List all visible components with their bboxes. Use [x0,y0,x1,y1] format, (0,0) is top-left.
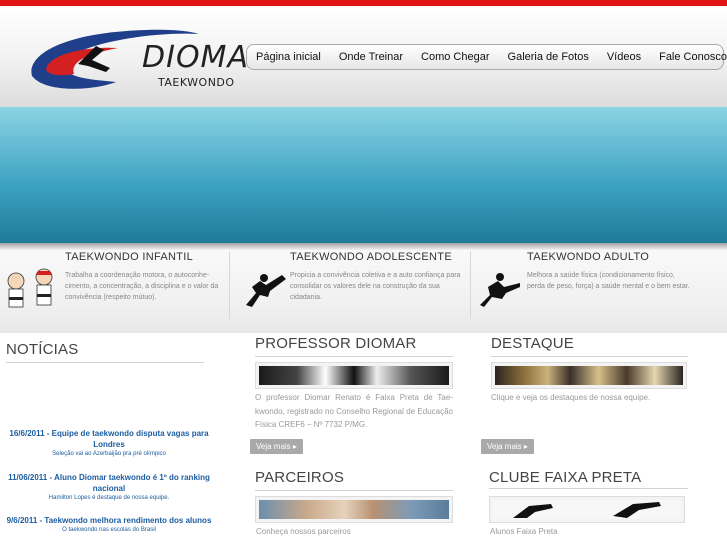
clube-image[interactable] [489,496,685,523]
news-subtitle: Hamilton Lopes é destaque de nossa equip… [48,495,170,501]
kids-cartoon-icon [7,268,53,308]
header: DIOMAR TAEKWONDO Página inicial Onde Tre… [0,6,727,107]
banner-shadow [0,243,727,251]
news-item[interactable]: 9/6/2011 - Taekwondo melhora rendimento … [6,515,212,535]
feature-text: Propicia a convivência coletiva e a auto… [290,272,461,301]
section-rule [491,356,688,357]
feature-adulto[interactable]: TAEKWONDO ADULTO Melhora a saúde física … [472,251,727,323]
clube-text: Alunos Faixa Preta [490,527,558,536]
news-item[interactable]: 16/6/2011 - Equipe de taekwondo disputa … [6,428,212,459]
news-item[interactable]: 11/06/2011 - Aluno Diomar taekwondo é 1º… [6,472,212,503]
news-title: 11/06/2011 - Aluno Diomar taekwondo é 1º… [8,473,210,493]
logo-subtitle: TAEKWONDO [158,76,235,89]
feature-text: Melhora a saúde física (condicionamento … [527,272,690,290]
clube-title: CLUBE FAIXA PRETA [489,469,642,486]
section-rule [489,488,688,489]
feature-adolescente[interactable]: TAEKWONDO ADOLESCENTE Propicia a convivê… [232,251,468,323]
destaque-more-button[interactable]: Veja mais ▸ [481,439,534,454]
news-subtitle: O taekwondo nas escolas do Brasil [62,527,156,533]
fighter-silhouette-icon [480,273,520,307]
nav-item-galeria[interactable]: Galeria de Fotos [499,50,598,64]
section-rule [6,362,204,363]
section-rule [255,356,453,357]
feature-text: Trabalha a coordenação motora, o autocon… [65,272,219,301]
nav-item-home[interactable]: Página inicial [247,50,330,64]
destaque-text: Clique e veja os destaques de nossa equi… [491,393,651,402]
feature-title: TAEKWONDO ADOLESCENTE [290,251,452,263]
kick-silhouette-icon [246,274,286,307]
parceiros-text: Conheça nossos parceiros [256,527,351,536]
feature-title: TAEKWONDO INFANTIL [65,251,194,263]
site-logo[interactable]: DIOMAR TAEKWONDO [26,24,270,98]
news-title: 9/6/2011 - Taekwondo melhora rendimento … [6,516,212,525]
professor-more-button[interactable]: Veja mais ▸ [250,439,303,454]
destaque-title: DESTAQUE [491,335,575,352]
parceiros-image[interactable] [255,496,453,523]
news-title: 16/6/2011 - Equipe de taekwondo disputa … [9,429,209,449]
feature-title: TAEKWONDO ADULTO [527,251,650,263]
nav-item-onde-treinar[interactable]: Onde Treinar [330,50,412,64]
professor-image[interactable] [255,362,453,389]
divider [229,251,230,319]
professor-text: O professor Diomar Renato é Faixa Preta … [255,393,453,429]
parceiros-title: PARCEIROS [255,469,345,486]
hero-banner [0,107,727,243]
nav-item-contato[interactable]: Fale Conosco [650,50,727,64]
news-subtitle: Seleção vai ao Azerbaijão pra pré olímpi… [52,451,166,457]
feature-infantil[interactable]: TAEKWONDO INFANTIL Trabalha a coordenaçã… [0,251,228,323]
noticias-title: NOTÍCIAS [6,341,79,358]
professor-title: PROFESSOR DIOMAR [255,335,417,352]
nav-item-como-chegar[interactable]: Como Chegar [412,50,498,64]
main-nav: Página inicial Onde Treinar Como Chegar … [246,44,727,70]
clube-fighters-image [493,500,681,519]
nav-item-videos[interactable]: Vídeos [598,50,650,64]
divider [470,251,471,319]
destaque-image[interactable] [491,362,687,389]
section-rule [255,490,453,491]
